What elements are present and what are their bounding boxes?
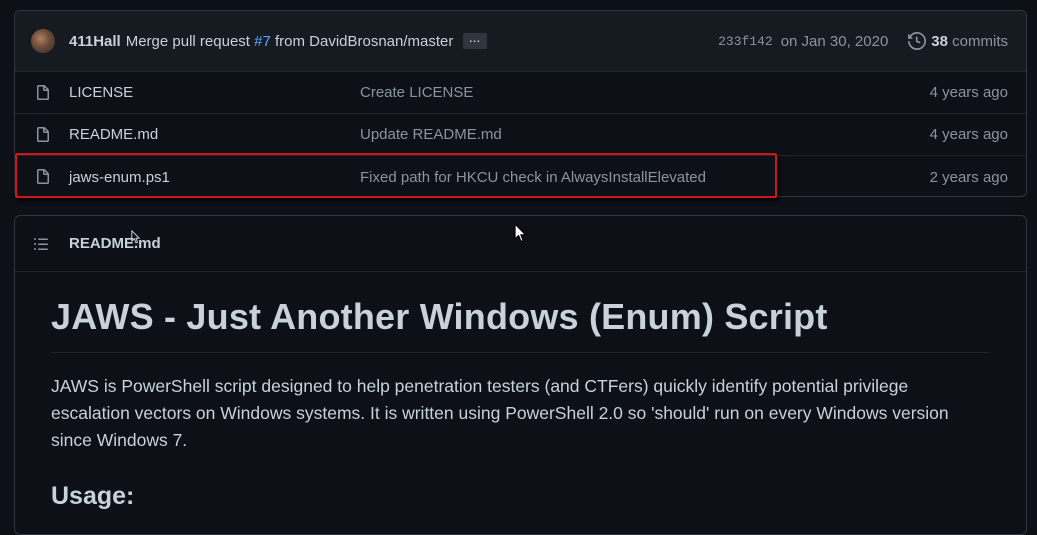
pr-link[interactable]: #7 [254, 33, 271, 50]
commit-message-prefix[interactable]: Merge pull request [126, 33, 250, 50]
file-icon [37, 85, 49, 100]
file-icon [37, 127, 49, 142]
file-browser: 411Hall Merge pull request #7 from David… [14, 10, 1027, 197]
commit-sha[interactable]: 233f142 [718, 34, 773, 49]
commit-author[interactable]: 411Hall [69, 33, 121, 50]
file-age: 4 years ago [929, 84, 1008, 101]
file-commit-message[interactable]: Fixed path for HKCU check in AlwaysInsta… [360, 169, 706, 186]
file-commit-message[interactable]: Update README.md [360, 126, 502, 143]
readme-panel: README.md JAWS - Just Another Windows (E… [14, 215, 1027, 535]
commit-count-link[interactable]: 38 commits [931, 33, 1008, 50]
avatar[interactable] [31, 29, 55, 53]
readme-header: README.md [15, 216, 1026, 272]
readme-paragraph: JAWS is PowerShell script designed to he… [51, 376, 949, 450]
file-age: 4 years ago [929, 126, 1008, 143]
file-row-readme[interactable]: README.md Update README.md 4 years ago [15, 114, 1026, 156]
readme-filename[interactable]: README.md [69, 235, 161, 252]
file-commit-message[interactable]: Create LICENSE [360, 84, 473, 101]
latest-commit-bar: 411Hall Merge pull request #7 from David… [15, 11, 1026, 72]
readme-content: JAWS - Just Another Windows (Enum) Scrip… [15, 272, 1026, 535]
file-icon [37, 169, 49, 184]
readme-heading: JAWS - Just Another Windows (Enum) Scrip… [51, 296, 990, 353]
commits-label[interactable]: commits [952, 33, 1008, 50]
file-name[interactable]: README.md [69, 126, 158, 143]
file-row-license[interactable]: LICENSE Create LICENSE 4 years ago [15, 72, 1026, 114]
list-icon[interactable] [33, 236, 49, 252]
file-name[interactable]: jaws-enum.ps1 [69, 169, 170, 186]
commit-count[interactable]: 38 [931, 33, 948, 50]
usage-heading: Usage: [51, 482, 135, 510]
commit-date[interactable]: on Jan 30, 2020 [781, 33, 889, 50]
file-age: 2 years ago [929, 168, 1008, 186]
commit-message-suffix[interactable]: from DavidBrosnan/master [275, 33, 453, 50]
file-name[interactable]: LICENSE [69, 84, 133, 101]
history-icon[interactable] [908, 32, 927, 50]
expand-commit-button[interactable]: ... [463, 33, 487, 49]
file-row-jaws-enum[interactable]: jaws-enum.ps1 Fixed path for HKCU check … [15, 156, 1026, 196]
commit-message[interactable]: Merge pull request #7 from DavidBrosnan/… [126, 33, 454, 50]
